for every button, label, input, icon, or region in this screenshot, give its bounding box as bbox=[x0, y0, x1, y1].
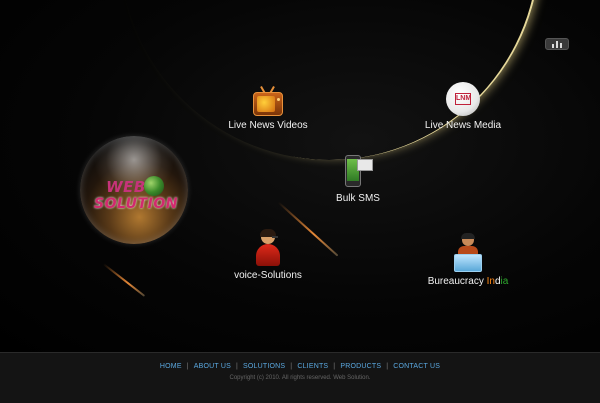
separator: | bbox=[290, 363, 293, 370]
person-at-desk-icon bbox=[454, 233, 482, 272]
bulk-sms-label: Bulk SMS bbox=[336, 193, 380, 204]
footer-link-products[interactable]: PRODUCTS bbox=[340, 363, 381, 370]
nav-item-live-news-media[interactable]: LNM Live News Media bbox=[418, 82, 508, 131]
main-stage: WEB SOLUTION Live News Videos LNM Live N… bbox=[0, 0, 600, 352]
tv-icon bbox=[253, 86, 283, 116]
footer: HOME | ABOUT US | SOLUTIONS | CLIENTS | PRODUCTS… bbox=[0, 352, 600, 403]
separator: | bbox=[186, 363, 189, 370]
nav-item-bureaucracy-india[interactable]: Bureaucracy India bbox=[418, 233, 518, 287]
voice-solutions-label: voice-Solutions bbox=[234, 270, 302, 281]
footer-link-clients[interactable]: CLIENTS bbox=[297, 363, 328, 370]
copyright-text: Copyright (c) 2010. All rights reserved.… bbox=[229, 375, 371, 381]
separator: | bbox=[333, 363, 336, 370]
separator: | bbox=[236, 363, 239, 370]
bar-chart-icon bbox=[551, 40, 563, 48]
globe-icon bbox=[144, 176, 164, 196]
nav-item-voice-solutions[interactable]: voice-Solutions bbox=[228, 229, 308, 281]
bureaucracy-india-label: Bureaucracy India bbox=[427, 276, 509, 287]
footer-link-contact-us[interactable]: CONTACT US bbox=[393, 363, 440, 370]
live-news-media-label: Live News Media bbox=[424, 120, 502, 131]
media-logo-icon: LNM bbox=[446, 82, 480, 116]
footer-link-home[interactable]: HOME bbox=[160, 363, 182, 370]
live-news-videos-label: Live News Videos bbox=[228, 120, 308, 131]
menu-button[interactable] bbox=[545, 38, 569, 50]
footer-link-solutions[interactable]: SOLUTIONS bbox=[243, 363, 285, 370]
support-agent-icon bbox=[254, 229, 282, 266]
separator: | bbox=[386, 363, 389, 370]
logo-text-solution: SOLUTION bbox=[94, 196, 178, 212]
footer-nav: HOME | ABOUT US | SOLUTIONS | CLIENTS | PRODUCTS… bbox=[0, 363, 600, 370]
site-logo[interactable]: WEB SOLUTION bbox=[80, 136, 188, 244]
nav-item-bulk-sms[interactable]: Bulk SMS bbox=[328, 155, 388, 204]
light-streak bbox=[102, 263, 146, 297]
nav-item-live-news-videos[interactable]: Live News Videos bbox=[228, 86, 308, 131]
media-logo-mark: LNM bbox=[455, 93, 471, 105]
footer-link-about-us[interactable]: ABOUT US bbox=[194, 363, 231, 370]
phone-envelope-icon bbox=[343, 155, 373, 189]
